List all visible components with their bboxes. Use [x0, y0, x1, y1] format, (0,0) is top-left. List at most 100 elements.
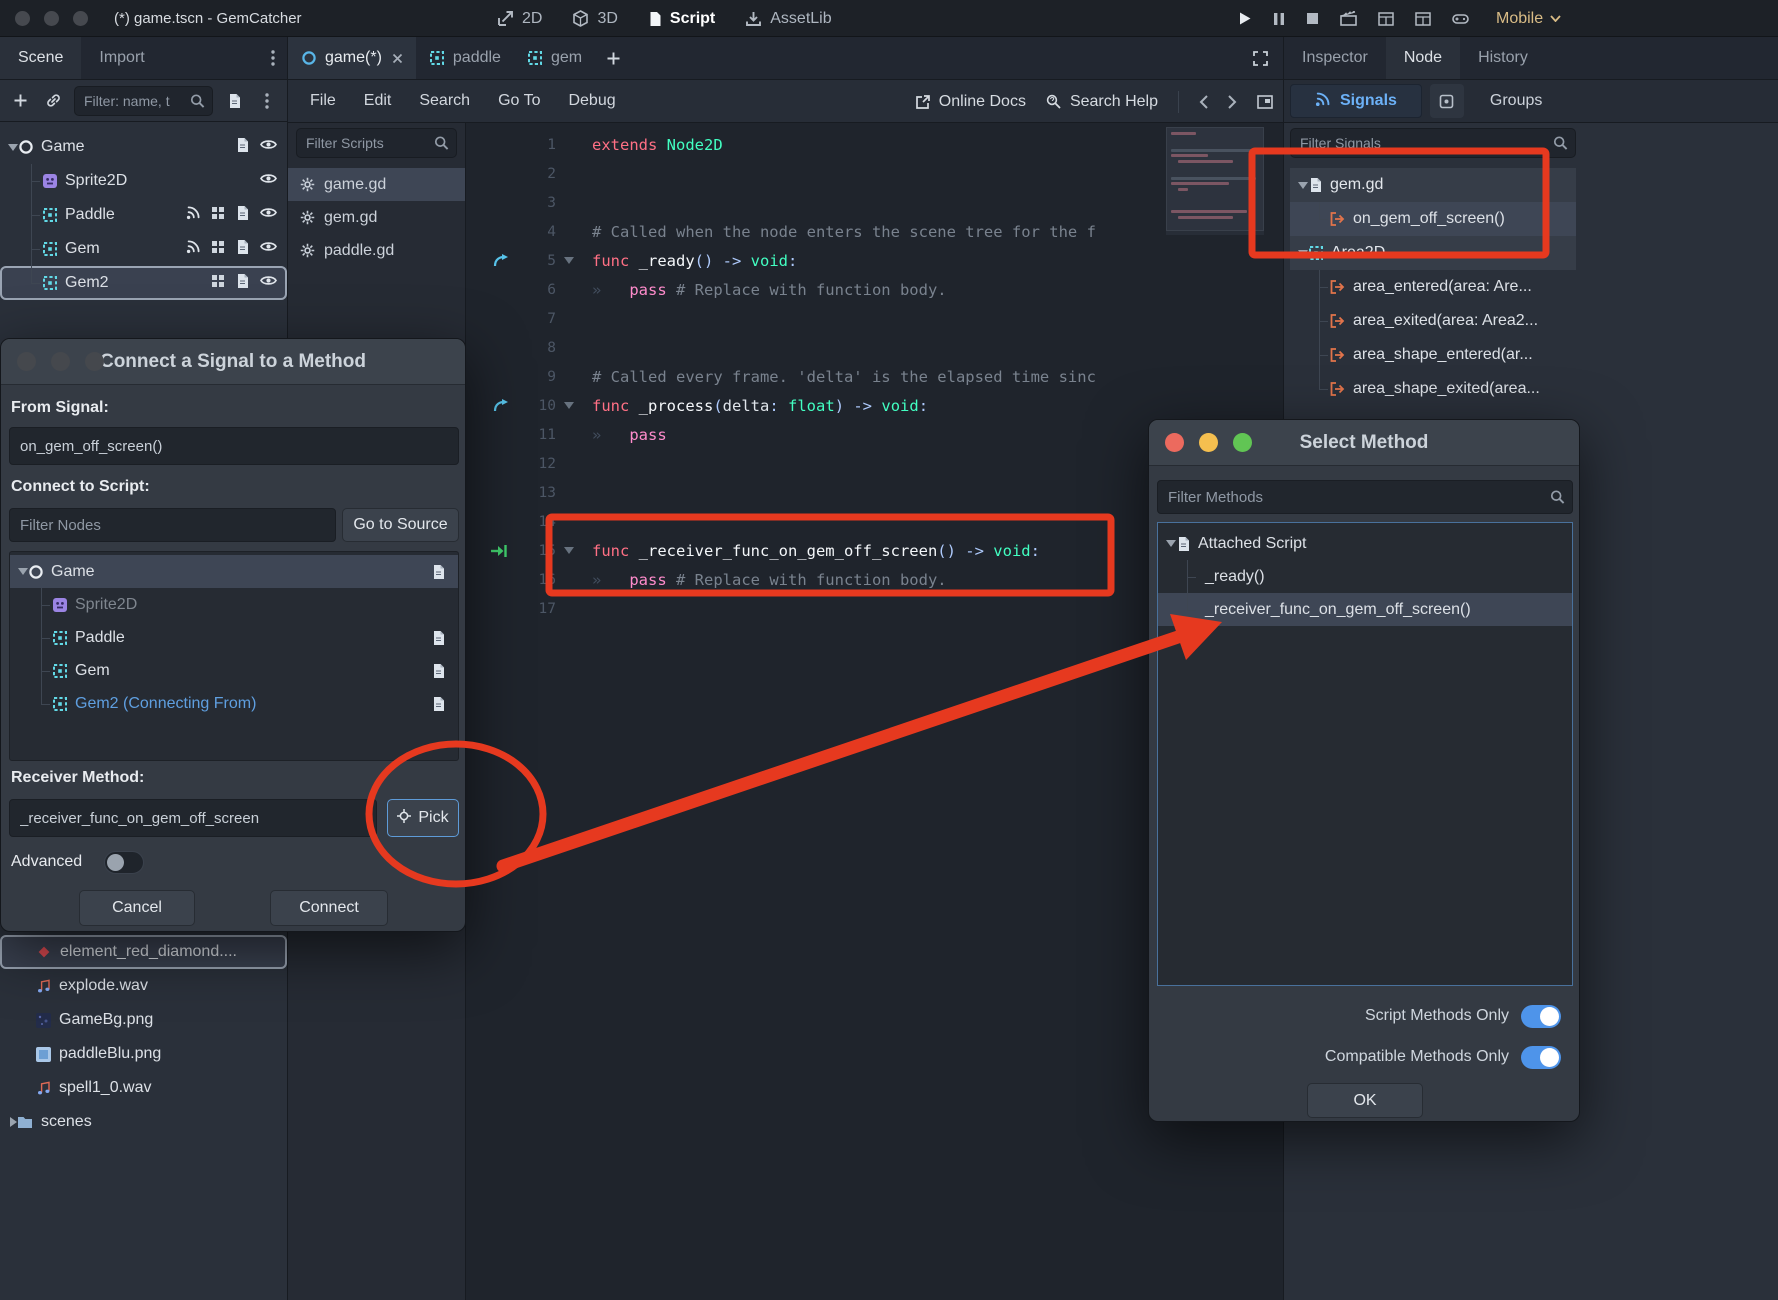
mode-3d[interactable]: 3D: [572, 10, 617, 28]
close-window-icon[interactable]: [17, 352, 36, 371]
close-window-icon[interactable]: [1165, 433, 1184, 452]
history-forward-button[interactable]: [1228, 95, 1237, 109]
close-window-icon[interactable]: [15, 11, 30, 26]
add-node-button[interactable]: [8, 89, 32, 113]
signal-item[interactable]: area_shape_entered(ar...: [1290, 338, 1576, 372]
visibility-toggle[interactable]: [260, 206, 277, 224]
code-line[interactable]: 6» pass # Replace with function body.: [466, 275, 1283, 304]
signal-item[interactable]: area_shape_exited(area...: [1290, 372, 1576, 406]
scene-node-game[interactable]: Game: [0, 130, 287, 164]
remote-debug-button[interactable]: [1452, 12, 1469, 25]
mode-assetlib[interactable]: AssetLib: [745, 10, 831, 28]
fold-gutter[interactable]: [556, 402, 582, 409]
file-explode-wav[interactable]: explode.wav: [0, 969, 287, 1003]
visibility-toggle[interactable]: [260, 138, 277, 156]
code-line[interactable]: 9# Called every frame. 'delta' is the el…: [466, 362, 1283, 391]
file-paddleblu-png[interactable]: paddleBlu.png: [0, 1037, 287, 1071]
gutter[interactable]: [466, 544, 512, 558]
signal-source-area2d[interactable]: Area2D: [1290, 236, 1576, 270]
from-signal-field[interactable]: [9, 427, 459, 465]
distraction-free-button[interactable]: [1252, 37, 1269, 80]
stop-button[interactable]: [1306, 12, 1319, 25]
method-group-attached-script[interactable]: Attached Script: [1158, 527, 1572, 560]
connect-node-paddle[interactable]: Paddle: [10, 621, 458, 654]
fold-gutter[interactable]: [556, 547, 582, 554]
visibility-toggle[interactable]: [260, 274, 277, 292]
scene-node-gem2[interactable]: Gem2: [0, 266, 287, 300]
tab-import[interactable]: Import: [81, 37, 162, 79]
fold-gutter[interactable]: [556, 257, 582, 264]
script-item-paddle-gd[interactable]: paddle.gd: [288, 234, 465, 267]
signal-item[interactable]: area_entered(area: Are...: [1290, 270, 1576, 304]
code-line[interactable]: 1extends Node2D: [466, 130, 1283, 159]
signal-filter-input[interactable]: [1290, 128, 1576, 158]
pause-button[interactable]: [1273, 12, 1285, 26]
tab-inspector[interactable]: Inspector: [1284, 37, 1386, 79]
tab-scene[interactable]: Scene: [0, 37, 81, 79]
connect-node-gem[interactable]: Gem: [10, 654, 458, 687]
code-line[interactable]: 3: [466, 188, 1283, 217]
float-panel-button[interactable]: [1257, 95, 1273, 109]
file-spell1-0-wav[interactable]: spell1_0.wav: [0, 1071, 287, 1105]
scene-node-gem[interactable]: Gem: [0, 232, 287, 266]
method-item[interactable]: _receiver_func_on_gem_off_screen(): [1158, 593, 1572, 626]
scene-tab-game[interactable]: game(*): [288, 37, 416, 79]
maximize-window-icon[interactable]: [85, 352, 104, 371]
menu-edit[interactable]: Edit: [350, 92, 406, 110]
minimize-window-icon[interactable]: [1199, 433, 1218, 452]
ok-button[interactable]: OK: [1307, 1083, 1423, 1118]
scene-tree-menu-button[interactable]: [255, 89, 279, 113]
script-item-gem-gd[interactable]: gem.gd: [288, 201, 465, 234]
code-line[interactable]: 7: [466, 304, 1283, 333]
advanced-toggle[interactable]: [104, 851, 144, 874]
script-filter-input[interactable]: [296, 128, 457, 158]
gutter[interactable]: [466, 399, 512, 412]
mode-2d[interactable]: 2D: [497, 10, 542, 28]
mode-script[interactable]: Script: [648, 10, 715, 28]
run-current-scene-button[interactable]: [1378, 12, 1394, 26]
maximize-window-icon[interactable]: [73, 11, 88, 26]
connect-node-game[interactable]: Game: [10, 555, 458, 588]
scene-dock-menu-icon[interactable]: [259, 37, 287, 79]
signal-source-gemgd[interactable]: gem.gd: [1290, 168, 1576, 202]
file-element-red-diamond[interactable]: element_red_diamond....: [0, 935, 287, 969]
attach-script-button[interactable]: [222, 89, 246, 113]
filter-nodes-input[interactable]: [9, 508, 336, 542]
file-gamebg-png[interactable]: GameBg.png: [0, 1003, 287, 1037]
menu-debug[interactable]: Debug: [554, 92, 629, 110]
scene-tab-paddle[interactable]: paddle: [416, 37, 514, 79]
tab-history[interactable]: History: [1460, 37, 1546, 79]
run-specific-scene-button[interactable]: [1415, 12, 1431, 26]
signal-item[interactable]: area_exited(area: Area2...: [1290, 304, 1576, 338]
link-online-docs[interactable]: Online Docs: [915, 93, 1026, 111]
instance-scene-button[interactable]: [41, 89, 65, 113]
connect-node-sprite2d[interactable]: Sprite2D: [10, 588, 458, 621]
signal-item[interactable]: on_gem_off_screen(): [1290, 202, 1576, 236]
play-button[interactable]: [1238, 11, 1252, 26]
signals-tab-button[interactable]: Signals: [1290, 84, 1422, 118]
maximize-window-icon[interactable]: [1233, 433, 1252, 452]
scene-node-sprite2d[interactable]: Sprite2D: [0, 164, 287, 198]
minimize-window-icon[interactable]: [51, 352, 70, 371]
minimize-window-icon[interactable]: [44, 11, 59, 26]
connections-button[interactable]: [1430, 84, 1464, 118]
menu-go-to[interactable]: Go To: [484, 92, 554, 110]
code-minimap[interactable]: [1166, 127, 1264, 235]
filter-methods-input[interactable]: [1157, 480, 1573, 514]
tab-node[interactable]: Node: [1386, 37, 1460, 79]
connect-node-gem2[interactable]: Gem2 (Connecting From): [10, 687, 458, 720]
receiver-method-input[interactable]: [9, 799, 377, 837]
history-back-button[interactable]: [1199, 95, 1208, 109]
gutter[interactable]: [466, 254, 512, 267]
movie-maker-button[interactable]: [1340, 11, 1357, 26]
script-item-game-gd[interactable]: game.gd: [288, 168, 465, 201]
code-line[interactable]: 2: [466, 159, 1283, 188]
groups-tab-button[interactable]: Groups: [1484, 92, 1548, 110]
close-tab-icon[interactable]: [392, 53, 403, 64]
go-to-source-button[interactable]: Go to Source: [342, 508, 459, 542]
visibility-toggle[interactable]: [260, 172, 277, 190]
script-methods-only-toggle[interactable]: [1521, 1005, 1561, 1028]
scene-tab-gem[interactable]: gem: [514, 37, 595, 79]
menu-search[interactable]: Search: [405, 92, 484, 110]
code-line[interactable]: 5func _ready() -> void:: [466, 246, 1283, 275]
